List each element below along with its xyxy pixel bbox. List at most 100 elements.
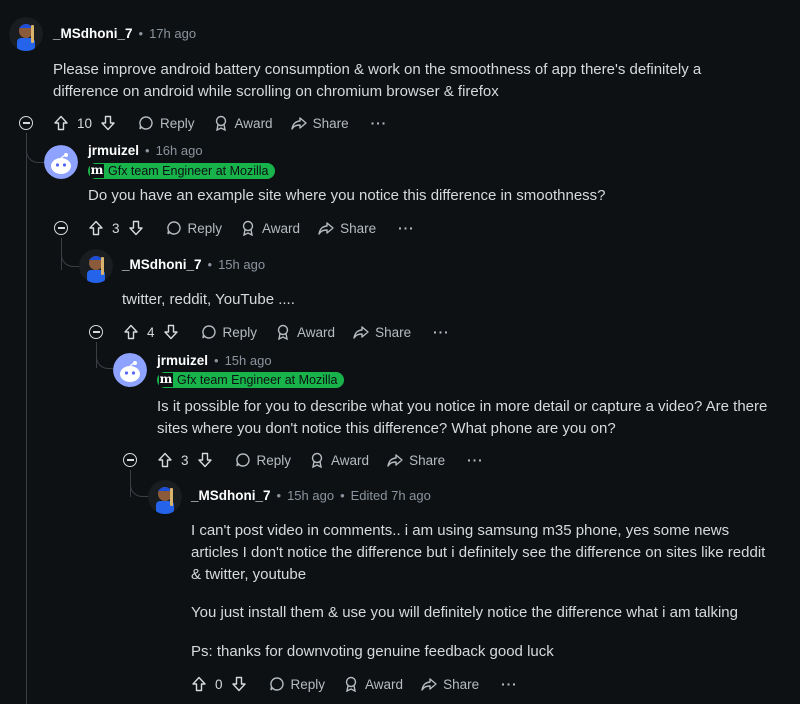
thread-connector <box>130 482 149 497</box>
downvote-button[interactable] <box>231 676 247 692</box>
comment-meta: jrmuizel • 16h ago <box>88 143 203 158</box>
upvote-button[interactable] <box>157 452 173 468</box>
thread-connector <box>96 354 115 369</box>
username[interactable]: _MSdhoni_7 <box>191 488 271 503</box>
mozilla-logo-icon: m <box>90 163 104 178</box>
username[interactable]: _MSdhoni_7 <box>122 257 202 272</box>
minus-circle-icon[interactable] <box>54 221 68 235</box>
award-icon <box>277 324 289 340</box>
mozilla-logo-icon: m <box>159 372 173 387</box>
arrow-down-icon <box>128 220 143 236</box>
thread-line <box>26 133 27 704</box>
more-options-button[interactable]: ··· <box>501 677 518 692</box>
reply-label: Reply <box>187 220 223 236</box>
award-label: Award <box>331 452 370 468</box>
share-label: Share <box>375 324 412 340</box>
more-options-button[interactable]: ··· <box>371 116 388 131</box>
vote-score: 0 <box>215 676 223 692</box>
award-label: Award <box>365 676 404 692</box>
separator-dot: • <box>145 143 150 158</box>
flair-text: Gfx team Engineer at Mozilla <box>177 373 338 387</box>
thread-connector <box>61 252 80 267</box>
speech-bubble-icon <box>269 677 284 691</box>
comment-meta: jrmuizel • 15h ago <box>157 353 272 368</box>
timestamp[interactable]: 17h ago <box>149 26 196 41</box>
speech-bubble-icon <box>201 325 216 339</box>
avatar[interactable] <box>113 353 147 387</box>
arrow-down-icon <box>101 115 115 131</box>
upvote-button[interactable] <box>191 676 207 692</box>
award-button[interactable]: Award <box>240 220 300 236</box>
share-button[interactable]: Share <box>318 220 376 236</box>
upvote-button[interactable] <box>53 115 69 131</box>
share-arrow-icon <box>387 454 403 467</box>
avatar[interactable] <box>79 249 113 283</box>
downvote-button[interactable] <box>163 324 179 340</box>
comment-body-paragraph: You just install them & use you will def… <box>191 604 738 621</box>
award-button[interactable]: Award <box>343 676 403 692</box>
share-label: Share <box>312 115 349 131</box>
share-button[interactable]: Share <box>290 115 349 131</box>
upvote-button[interactable] <box>88 220 104 236</box>
vote-score: 10 <box>77 115 93 131</box>
timestamp[interactable]: 15h ago <box>287 488 334 503</box>
downvote-button[interactable] <box>100 115 116 131</box>
separator-dot: • <box>214 353 219 368</box>
more-options-button[interactable]: ··· <box>398 221 415 236</box>
minus-circle-icon[interactable] <box>123 453 137 467</box>
arrow-up-icon <box>89 220 103 236</box>
vote-score: 4 <box>147 324 155 340</box>
comment-actions: 3 Reply Award Share ··· <box>123 449 484 471</box>
separator-dot: • <box>276 488 282 503</box>
downvote-button[interactable] <box>128 220 144 236</box>
comment-meta: _MSdhoni_7 • 17h ago <box>53 26 196 41</box>
reply-button[interactable]: Reply <box>166 220 223 236</box>
reply-button[interactable]: Reply <box>269 676 325 692</box>
share-label: Share <box>443 676 480 692</box>
speech-bubble-icon <box>139 116 153 130</box>
award-button[interactable]: Award <box>213 115 273 131</box>
comment-actions: 0 Reply Award Share ··· <box>191 673 518 695</box>
comment-actions: 10 Reply Award Share ··· <box>19 112 387 134</box>
share-button[interactable]: Share <box>387 452 445 468</box>
reply-button[interactable]: Reply <box>235 452 291 468</box>
reply-button[interactable]: Reply <box>138 115 195 131</box>
timestamp[interactable]: 16h ago <box>156 143 203 158</box>
username[interactable]: _MSdhoni_7 <box>53 26 133 41</box>
more-options-button[interactable]: ··· <box>467 453 484 468</box>
separator-dot: • <box>138 26 144 41</box>
timestamp[interactable]: 15h ago <box>225 353 272 368</box>
award-label: Award <box>234 115 273 131</box>
award-icon <box>311 452 323 468</box>
award-button[interactable]: Award <box>275 324 335 340</box>
arrow-up-icon <box>192 676 206 692</box>
reply-label: Reply <box>222 324 258 340</box>
reply-label: Reply <box>160 115 195 131</box>
downvote-button[interactable] <box>197 452 213 468</box>
username[interactable]: jrmuizel <box>88 143 139 158</box>
username[interactable]: jrmuizel <box>157 353 208 368</box>
comment-body-paragraph: I can't post video in comments.. i am us… <box>191 522 770 583</box>
minus-circle-icon[interactable] <box>89 325 103 339</box>
upvote-button[interactable] <box>123 324 139 340</box>
minus-circle-icon[interactable] <box>19 116 33 130</box>
avatar[interactable] <box>9 17 43 51</box>
award-button[interactable]: Award <box>309 452 369 468</box>
reply-button[interactable]: Reply <box>201 324 258 340</box>
avatar[interactable] <box>148 480 182 514</box>
arrow-up-icon <box>54 115 68 131</box>
arrow-down-icon <box>163 324 178 340</box>
user-flair: m Gfx team Engineer at Mozilla <box>157 372 344 388</box>
award-icon <box>242 220 254 236</box>
share-label: Share <box>340 220 377 236</box>
comment-body-paragraph: Ps: thanks for downvoting genuine feedba… <box>191 643 554 660</box>
user-flair: m Gfx team Engineer at Mozilla <box>88 163 275 179</box>
avatar[interactable] <box>44 145 78 179</box>
comment-meta: _MSdhoni_7 • 15h ago <box>122 257 265 272</box>
separator-dot: • <box>340 488 345 503</box>
share-button[interactable]: Share <box>353 324 411 340</box>
share-button[interactable]: Share <box>421 676 479 692</box>
timestamp[interactable]: 15h ago <box>218 257 265 272</box>
more-options-button[interactable]: ··· <box>433 325 450 340</box>
speech-bubble-icon <box>166 221 181 235</box>
